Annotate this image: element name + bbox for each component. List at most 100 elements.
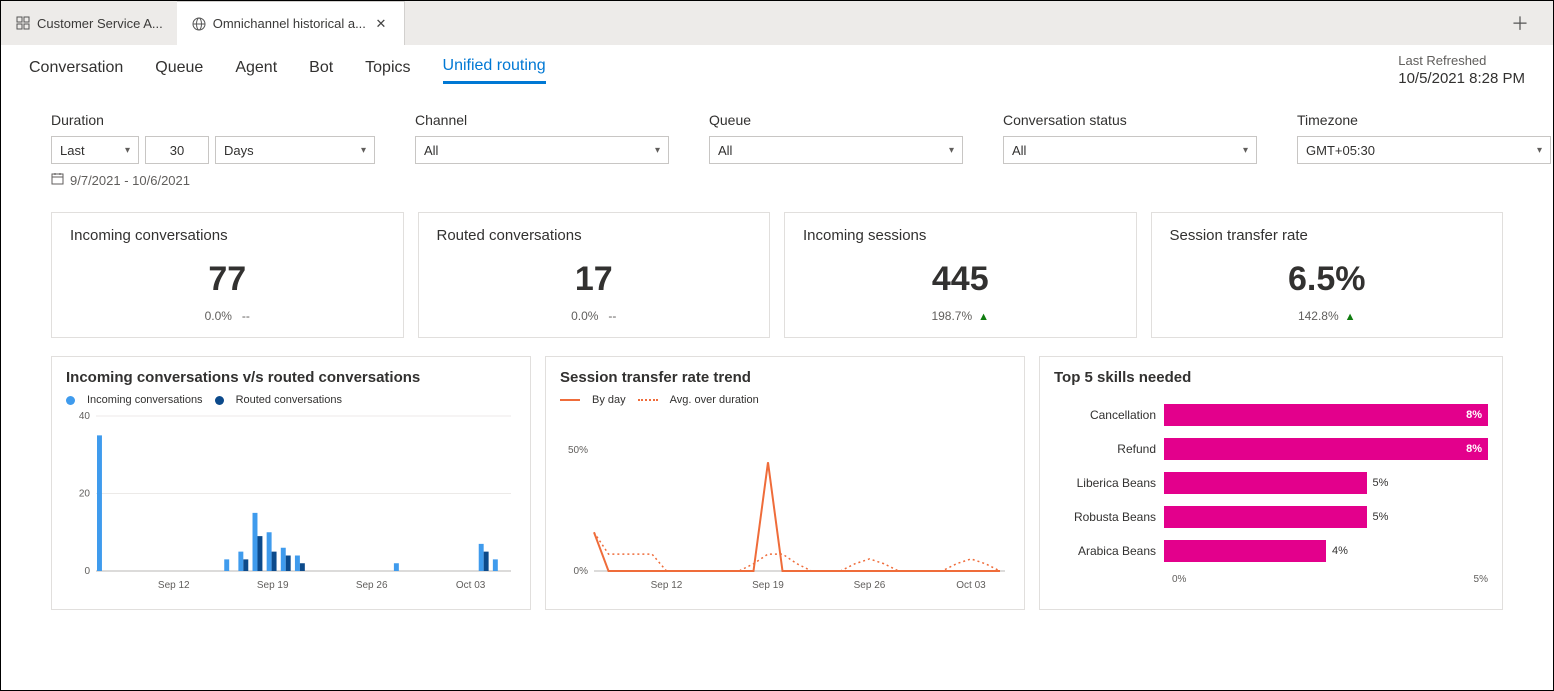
skill-row: Cancellation 8%	[1054, 404, 1488, 426]
nav-conversation[interactable]: Conversation	[29, 59, 123, 83]
kpi-value: 17	[437, 260, 752, 299]
filter-status-label: Conversation status	[1003, 112, 1257, 128]
nav-topics[interactable]: Topics	[365, 59, 410, 83]
kpi-title: Incoming sessions	[803, 227, 1118, 244]
filter-channel-label: Channel	[415, 112, 669, 128]
add-tab-button[interactable]: ＋	[1511, 10, 1529, 36]
svg-text:Oct 03: Oct 03	[456, 580, 486, 591]
skill-row: Liberica Beans 5%	[1054, 472, 1488, 494]
globe-icon	[191, 16, 207, 32]
chevron-down-icon: ▾	[655, 145, 660, 156]
legend-line-icon	[638, 399, 658, 401]
chart-row: Incoming conversations v/s routed conver…	[1, 338, 1553, 610]
duration-relative-select[interactable]: Last ▾	[51, 136, 139, 164]
line-chart-svg: 0% 50% Sep 12 Sep 19 Sep 26 Oct 03	[560, 406, 1010, 596]
timezone-select[interactable]: GMT+05:30 ▾	[1297, 136, 1551, 164]
skill-label: Robusta Beans	[1054, 510, 1164, 524]
duration-count-input[interactable]: 30	[145, 136, 209, 164]
nav-queue[interactable]: Queue	[155, 59, 203, 83]
chevron-down-icon: ▾	[1243, 145, 1248, 156]
last-refreshed: Last Refreshed 10/5/2021 8:28 PM	[1398, 53, 1525, 87]
legend-swatch-icon	[66, 396, 75, 405]
svg-text:Sep 26: Sep 26	[356, 580, 388, 591]
tab-customer-service[interactable]: Customer Service A...	[1, 1, 177, 45]
svg-text:20: 20	[79, 489, 91, 500]
chevron-down-icon: ▾	[949, 145, 954, 156]
skill-label: Cancellation	[1054, 408, 1164, 422]
kpi-card: Routed conversations 17 0.0%--	[418, 212, 771, 338]
kpi-title: Incoming conversations	[70, 227, 385, 244]
svg-text:Sep 12: Sep 12	[158, 580, 190, 591]
nav-agent[interactable]: Agent	[235, 59, 277, 83]
skill-bar	[1164, 540, 1326, 562]
svg-text:Oct 03: Oct 03	[956, 580, 986, 591]
chart-title: Session transfer rate trend	[560, 369, 1010, 386]
kpi-delta: 198.7%▲	[803, 309, 1118, 323]
kpi-card: Incoming conversations 77 0.0%--	[51, 212, 404, 338]
skill-bar	[1164, 506, 1367, 528]
kpi-title: Session transfer rate	[1170, 227, 1485, 244]
tab-label: Omnichannel historical a...	[213, 16, 366, 31]
filter-timezone-label: Timezone	[1297, 112, 1551, 128]
legend-line-icon	[560, 399, 580, 401]
skill-row: Arabica Beans 4%	[1054, 540, 1488, 562]
nav-bot[interactable]: Bot	[309, 59, 333, 83]
chart-legend: By day Avg. over duration	[560, 394, 1010, 406]
skill-value: 8%	[1460, 409, 1482, 421]
chart-title: Incoming conversations v/s routed conver…	[66, 369, 516, 386]
nav-unified-routing[interactable]: Unified routing	[443, 57, 546, 84]
chart-title: Top 5 skills needed	[1054, 369, 1488, 386]
last-refreshed-label: Last Refreshed	[1398, 53, 1525, 68]
status-select[interactable]: All ▾	[1003, 136, 1257, 164]
svg-text:Sep 12: Sep 12	[651, 580, 683, 591]
tab-label: Customer Service A...	[37, 16, 163, 31]
queue-select[interactable]: All ▾	[709, 136, 963, 164]
chart-session-transfer-trend: Session transfer rate trend By day Avg. …	[545, 356, 1025, 610]
kpi-delta: 0.0%--	[70, 309, 385, 323]
filter-queue-label: Queue	[709, 112, 963, 128]
kpi-card: Session transfer rate 6.5% 142.8%▲	[1151, 212, 1504, 338]
kpi-delta: 142.8%▲	[1170, 309, 1485, 323]
date-range-text: 9/7/2021 - 10/6/2021	[70, 173, 190, 188]
close-icon[interactable]: ✕	[372, 16, 390, 32]
skill-value: 5%	[1367, 477, 1389, 489]
skill-label: Liberica Beans	[1054, 476, 1164, 490]
skill-bar-list: Cancellation 8% Refund 8% Liberica Beans…	[1054, 404, 1488, 562]
svg-text:0: 0	[84, 566, 90, 577]
kpi-value: 445	[803, 260, 1118, 299]
skill-value: 8%	[1460, 443, 1482, 455]
legend-swatch-icon	[215, 396, 224, 405]
skill-row: Refund 8%	[1054, 438, 1488, 460]
kpi-card: Incoming sessions 445 198.7%▲	[784, 212, 1137, 338]
svg-text:0%: 0%	[574, 566, 589, 577]
svg-text:Sep 19: Sep 19	[752, 580, 784, 591]
chevron-down-icon: ▾	[361, 145, 366, 156]
dashboard-icon	[15, 15, 31, 31]
chart-legend: Incoming conversations Routed conversati…	[66, 394, 516, 406]
last-refreshed-time: 10/5/2021 8:28 PM	[1398, 70, 1525, 87]
skill-bar	[1164, 404, 1488, 426]
skill-bar	[1164, 472, 1367, 494]
skill-label: Arabica Beans	[1054, 544, 1164, 558]
window-tabstrip: Customer Service A... Omnichannel histor…	[1, 1, 1553, 45]
chart-top-skills: Top 5 skills needed Cancellation 8% Refu…	[1039, 356, 1503, 610]
bar-chart-svg: 0 20 40 Sep 12 Sep 19 Sep 26 Oct 03	[66, 406, 516, 596]
skill-bar	[1164, 438, 1488, 460]
chart-incoming-vs-routed: Incoming conversations v/s routed conver…	[51, 356, 531, 610]
tab-omnichannel-historical[interactable]: Omnichannel historical a... ✕	[177, 1, 405, 45]
svg-text:40: 40	[79, 411, 91, 422]
svg-text:Sep 19: Sep 19	[257, 580, 289, 591]
chevron-down-icon: ▾	[1537, 145, 1542, 156]
chevron-down-icon: ▾	[125, 145, 130, 156]
filter-duration-label: Duration	[51, 112, 375, 128]
skill-row: Robusta Beans 5%	[1054, 506, 1488, 528]
kpi-value: 6.5%	[1170, 260, 1485, 299]
kpi-title: Routed conversations	[437, 227, 752, 244]
svg-text:50%: 50%	[568, 445, 588, 456]
duration-unit-select[interactable]: Days ▾	[215, 136, 375, 164]
report-nav: Conversation Queue Agent Bot Topics Unif…	[1, 45, 1553, 84]
calendar-icon	[51, 172, 64, 188]
skill-label: Refund	[1054, 442, 1164, 456]
channel-select[interactable]: All ▾	[415, 136, 669, 164]
svg-text:Sep 26: Sep 26	[854, 580, 886, 591]
